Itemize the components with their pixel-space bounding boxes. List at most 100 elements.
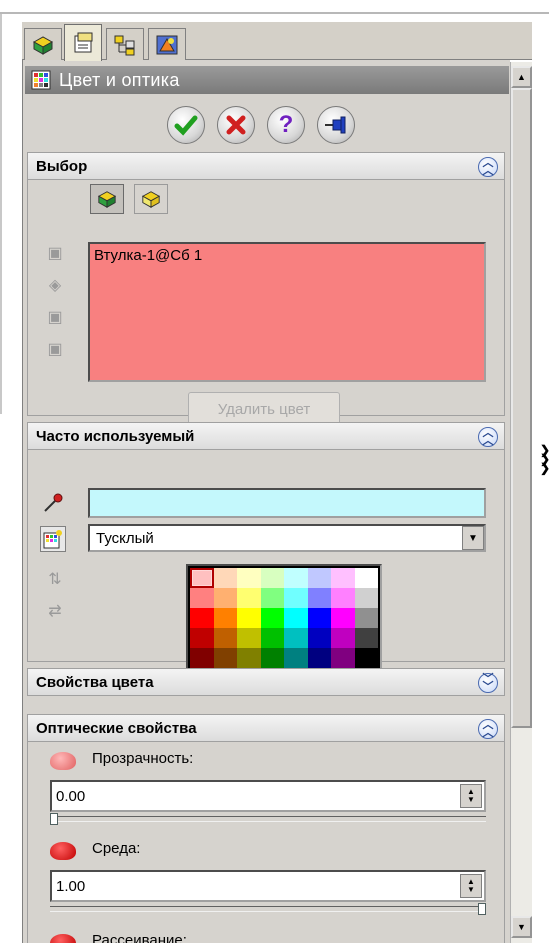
pin-button[interactable] [317, 106, 355, 144]
x-icon [226, 115, 246, 135]
help-button[interactable]: ? [267, 106, 305, 144]
list-item[interactable]: Втулка-1@Сб 1 [94, 247, 480, 264]
color-swatch[interactable] [260, 628, 284, 648]
splitter-grip[interactable]: ❯❯❯ [540, 444, 549, 482]
ambient-slider[interactable] [50, 903, 486, 915]
appearance-select[interactable]: Тусклый ▼ [88, 524, 486, 552]
select-face-icon[interactable]: ◈ [44, 274, 66, 296]
color-swatch[interactable] [213, 648, 237, 668]
color-swatch[interactable] [190, 568, 214, 588]
color-swatch[interactable] [213, 608, 237, 628]
color-swatch[interactable] [331, 568, 355, 588]
section-title: Оптические свойства [36, 719, 197, 737]
optical-section-header[interactable]: Оптические свойства ︿ ︿ [27, 714, 505, 742]
scroll-up-button[interactable]: ▲ [511, 66, 532, 88]
section-title: Часто используемый [36, 427, 195, 445]
tab-display-manager[interactable] [148, 28, 186, 60]
scroll-down-button[interactable]: ▼ [511, 916, 532, 938]
selected-value: Тусклый [96, 530, 154, 547]
scroll-thumb[interactable] [511, 88, 532, 728]
select-parts-toggle[interactable] [90, 184, 124, 214]
cancel-button[interactable] [217, 106, 255, 144]
check-icon [174, 115, 198, 136]
collapse-icon[interactable]: ︿ ︿ [478, 157, 498, 177]
color-swatch[interactable] [260, 648, 284, 668]
frequent-section-header[interactable]: Часто используемый ︿ ︿ [27, 422, 505, 450]
current-color-field[interactable] [88, 488, 486, 518]
color-swatch[interactable] [284, 608, 308, 628]
tab-propertymanager[interactable] [64, 24, 102, 61]
color-swatch[interactable] [284, 588, 308, 608]
color-swatch[interactable] [190, 648, 214, 668]
color-swatch[interactable] [307, 628, 331, 648]
color-swatch[interactable] [237, 648, 261, 668]
color-swatch[interactable] [190, 628, 214, 648]
remove-swatch-icon[interactable]: ⇄ [44, 600, 66, 622]
color-swatch[interactable] [331, 608, 355, 628]
tab-configurationmanager[interactable] [106, 28, 144, 60]
collapse-icon[interactable]: ︿ ︿ [478, 719, 498, 739]
transparency-value: 0.00 [56, 788, 86, 805]
color-properties-section-header[interactable]: Свойства цвета ﹀ ﹀ [27, 668, 505, 696]
select-feature-icon[interactable]: ▣ [44, 306, 66, 328]
color-swatch[interactable] [307, 608, 331, 628]
color-swatch[interactable] [284, 568, 308, 588]
color-palette[interactable] [186, 564, 382, 672]
selection-section-header[interactable]: Выбор ︿ ︿ [27, 152, 505, 180]
transparency-icon [50, 752, 76, 770]
color-swatch[interactable] [213, 568, 237, 588]
color-swatch[interactable] [190, 588, 214, 608]
slider-thumb[interactable] [50, 813, 58, 825]
color-swatch[interactable] [331, 588, 355, 608]
transparency-spinner[interactable]: ▲ ▼ [460, 784, 482, 808]
select-body-icon[interactable]: ▣ [44, 338, 66, 360]
vertical-scrollbar[interactable]: ▲ ▼ [510, 62, 532, 943]
color-swatch[interactable] [331, 648, 355, 668]
color-swatch[interactable] [331, 628, 355, 648]
left-divider [0, 14, 2, 414]
slider-thumb[interactable] [478, 903, 486, 915]
color-swatch[interactable] [260, 568, 284, 588]
add-swatch-icon[interactable]: ⇅ [44, 568, 66, 590]
color-swatch[interactable] [354, 608, 378, 628]
color-swatch[interactable] [260, 608, 284, 628]
expand-icon[interactable]: ﹀ ﹀ [478, 673, 498, 693]
color-swatch[interactable] [237, 588, 261, 608]
color-swatch[interactable] [237, 568, 261, 588]
optical-section-body: Прозрачность: 0.00 ▲ ▼ Среда: 1.00 ▲ ▼ Рас… [27, 742, 505, 943]
color-swatch[interactable] [307, 588, 331, 608]
ambient-input[interactable]: 1.00 ▲ ▼ [50, 870, 486, 902]
selection-section-body: ▣ ◈ ▣ ▣ Втулка-1@Сб 1 Удалить цвет [27, 180, 505, 426]
ambient-value: 1.00 [56, 878, 86, 895]
selection-list[interactable]: Втулка-1@Сб 1 [88, 242, 486, 382]
select-component-icon[interactable]: ▣ [44, 242, 66, 264]
ambient-spinner[interactable]: ▲ ▼ [460, 874, 482, 898]
transparency-slider[interactable] [50, 813, 486, 825]
color-swatch[interactable] [307, 648, 331, 668]
tab-featuremanager[interactable] [24, 28, 62, 60]
color-swatch[interactable] [354, 588, 378, 608]
panel-title-bar: Цвет и оптика [25, 66, 509, 94]
chevron-down-icon[interactable]: ▼ [462, 526, 484, 550]
ok-button[interactable] [167, 106, 205, 144]
color-swatch[interactable] [354, 648, 378, 668]
color-swatch[interactable] [213, 628, 237, 648]
eyedropper-icon[interactable] [42, 492, 64, 514]
color-swatch[interactable] [260, 588, 284, 608]
display-manager-icon [156, 35, 178, 54]
color-swatch[interactable] [307, 568, 331, 588]
color-swatch[interactable] [354, 568, 378, 588]
color-swatch[interactable] [213, 588, 237, 608]
manager-tabs [22, 22, 532, 61]
color-swatch[interactable] [237, 608, 261, 628]
collapse-icon[interactable]: ︿ ︿ [478, 427, 498, 447]
color-swatch[interactable] [284, 628, 308, 648]
color-swatch[interactable] [284, 648, 308, 668]
edit-color-button[interactable] [40, 526, 66, 552]
select-faces-toggle[interactable] [134, 184, 168, 214]
color-swatch[interactable] [354, 628, 378, 648]
color-swatch[interactable] [237, 628, 261, 648]
color-swatch[interactable] [190, 608, 214, 628]
transparency-input[interactable]: 0.00 ▲ ▼ [50, 780, 486, 812]
remove-color-button[interactable]: Удалить цвет [188, 392, 340, 426]
